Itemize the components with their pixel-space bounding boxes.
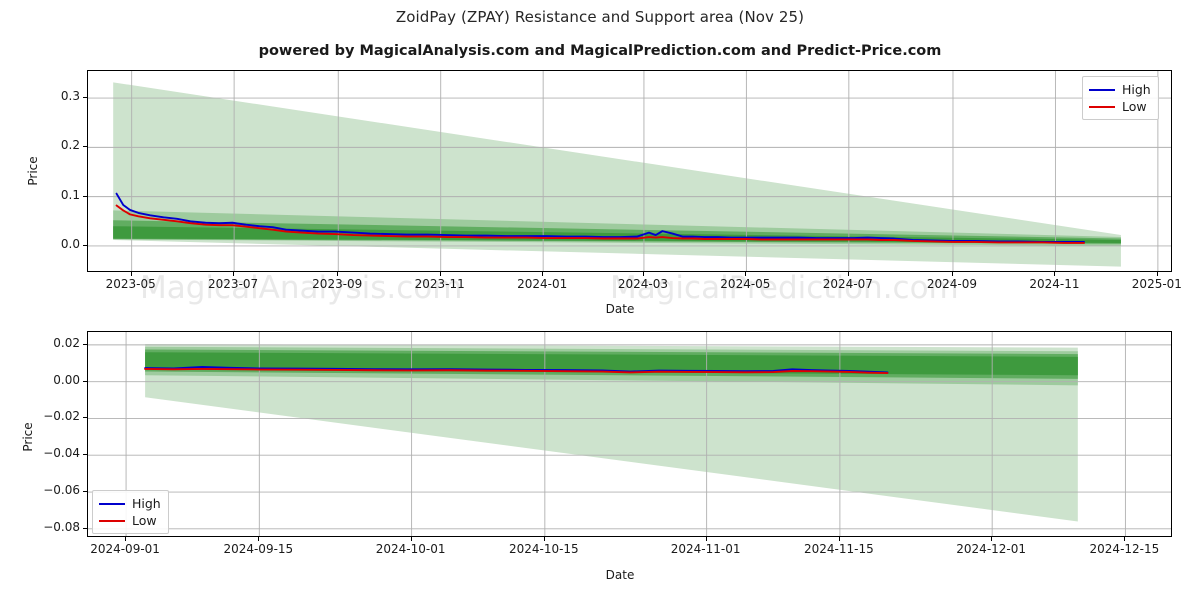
upper-chart-legend[interactable]: High Low <box>1082 76 1159 120</box>
x-tick-mark <box>258 537 260 541</box>
y-tick-label: −0.08 <box>43 519 80 534</box>
x-tick-label: 2024-10-15 <box>508 542 579 556</box>
x-tick-mark <box>847 272 849 276</box>
lower-chart-x-axis-label: Date <box>605 568 635 582</box>
x-tick-mark <box>1124 537 1126 541</box>
upper-chart-plot-area <box>87 70 1172 272</box>
lower-chart-legend[interactable]: High Low <box>92 490 169 534</box>
y-tick-mark <box>83 417 87 419</box>
x-tick-label: 2024-09-01 <box>90 542 160 556</box>
y-tick-label: 0.00 <box>53 372 80 387</box>
x-tick-mark <box>130 272 132 276</box>
y-tick-mark <box>83 491 87 493</box>
x-tick-label: 2024-09-15 <box>223 542 294 556</box>
x-tick-mark <box>439 272 441 276</box>
x-tick-mark <box>1156 272 1158 276</box>
x-tick-label: 2024-12-01 <box>956 542 1027 556</box>
lower-chart-plot-area <box>87 331 1172 537</box>
x-tick-mark <box>951 272 953 276</box>
y-tick-label: 0.3 <box>60 89 80 104</box>
x-tick-mark <box>1054 272 1056 276</box>
legend-swatch-low-lower <box>99 519 125 522</box>
x-tick-mark <box>745 272 747 276</box>
upper-chart-svg <box>88 71 1171 271</box>
chart-subtitle: powered by MagicalAnalysis.com and Magic… <box>258 43 942 59</box>
x-tick-mark <box>410 537 412 541</box>
y-tick-label: −0.06 <box>43 483 80 498</box>
figure-canvas: ZoidPay (ZPAY) Resistance and Support ar… <box>0 0 1200 600</box>
legend-label-high-lower: High <box>132 496 161 511</box>
x-tick-label: 2024-10-01 <box>375 542 446 556</box>
x-tick-mark <box>642 272 644 276</box>
x-tick-label: 2024-12-15 <box>1089 542 1160 556</box>
x-tick-label: 2025-01 <box>1131 277 1182 291</box>
x-tick-mark <box>543 537 545 541</box>
y-tick-mark <box>83 146 87 148</box>
legend-label-low-lower: Low <box>132 513 157 528</box>
upper-chart-x-axis-label: Date <box>605 302 635 316</box>
x-tick-label: 2024-07 <box>822 277 873 291</box>
y-tick-label: 0.0 <box>60 236 80 251</box>
x-tick-mark <box>125 537 127 541</box>
legend-swatch-low <box>1089 105 1115 108</box>
x-tick-label: 2024-11-15 <box>804 542 874 556</box>
chart-title: ZoidPay (ZPAY) Resistance and Support ar… <box>395 8 805 26</box>
x-tick-mark <box>991 537 993 541</box>
y-tick-mark <box>83 244 87 246</box>
x-tick-mark <box>838 537 840 541</box>
x-tick-mark <box>542 272 544 276</box>
y-tick-mark <box>83 454 87 456</box>
y-tick-mark <box>83 343 87 345</box>
legend-entry-high-lower[interactable]: High <box>99 495 161 512</box>
legend-entry-low-lower[interactable]: Low <box>99 512 161 529</box>
lower-chart-svg <box>88 332 1171 536</box>
legend-swatch-high <box>1089 88 1115 91</box>
upper-chart-y-axis-label: Price <box>26 156 40 186</box>
legend-label-low: Low <box>1122 99 1147 114</box>
legend-swatch-high-lower <box>99 502 125 505</box>
y-tick-mark <box>83 97 87 99</box>
x-tick-label: 2024-11-01 <box>670 542 741 556</box>
x-tick-mark <box>233 272 235 276</box>
legend-entry-low[interactable]: Low <box>1089 98 1151 115</box>
x-tick-mark <box>337 272 339 276</box>
y-tick-mark <box>83 527 87 529</box>
x-tick-label: 2023-07 <box>208 277 259 291</box>
y-tick-mark <box>83 380 87 382</box>
x-tick-mark <box>705 537 707 541</box>
y-tick-label: 0.02 <box>53 335 80 350</box>
legend-entry-high[interactable]: High <box>1089 81 1151 98</box>
legend-label-high: High <box>1122 82 1151 97</box>
lower-chart-y-axis-label: Price <box>21 422 35 452</box>
y-tick-mark <box>83 195 87 197</box>
